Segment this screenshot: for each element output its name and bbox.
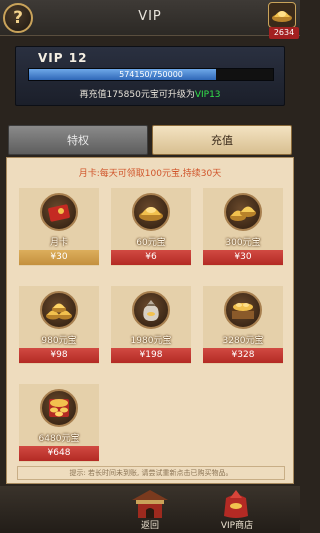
item-name: 月卡 [49,238,68,248]
vip-shop-button[interactable]: VIP商店 [214,486,260,532]
money-bag-icon [132,291,170,329]
page-title: VIP [138,9,162,24]
treasure-chest-icon [224,291,262,329]
recharge-hint: 提示: 若长时间未到账, 请尝试重新点击已购买物品。 [17,466,285,480]
recharge-item-980[interactable]: 980元宝 ¥98 [19,286,99,364]
recharge-item-monthly-card[interactable]: 月卡 ¥30 [19,188,99,266]
tab-bar: 特权 充值 [8,125,292,155]
gold-ingot-icon [268,2,296,28]
bottom-nav: 返回 VIP商店 [0,486,300,533]
palace-gate-icon [132,490,168,518]
recharge-item-6480[interactable]: 6480元宝 ¥648 [19,384,99,462]
item-price: ¥648 [19,446,99,461]
recharge-item-3280[interactable]: 3280元宝 ¥328 [203,286,283,364]
recharge-item-60[interactable]: 60元宝 ¥6 [111,188,191,266]
recharge-item-300[interactable]: 300元宝 ¥30 [203,188,283,266]
back-button[interactable]: 返回 [128,486,172,532]
treasure-stack-icon [40,389,78,427]
next-vip-level: VIP13 [194,90,221,100]
item-price: ¥6 [111,250,191,265]
vip-progress-text: 574150/750000 [119,70,183,79]
recharge-item-1980[interactable]: 1980元宝 ¥198 [111,286,191,364]
monthly-card-note: 月卡:每天可领取100元宝,持续30天 [78,169,222,179]
item-price: ¥198 [111,348,191,363]
gift-bag-icon [224,490,248,518]
vip-progress-bar: 574150/750000 [28,68,274,81]
item-price: ¥30 [203,250,283,265]
vip-shop-label: VIP商店 [220,521,254,531]
currency-count: 2634 [269,27,299,39]
red-envelope-card-icon [40,193,78,231]
gold-ingot-icon [132,193,170,231]
item-name: 980元宝 [41,336,77,346]
gold-ingot-pile-icon [224,193,262,231]
item-name: 6480元宝 [38,434,80,444]
upgrade-tip: 再充值175850元宝可升级为VIP13 [16,87,284,100]
tab-recharge[interactable]: 充值 [152,125,292,155]
currency-badge[interactable]: 2634 [268,2,299,40]
vip-status-panel: VIP 12 574150/750000 再充值175850元宝可升级为VIP1… [15,46,285,106]
item-name: 3280元宝 [222,336,264,346]
item-name: 1980元宝 [130,336,172,346]
item-price: ¥98 [19,348,99,363]
item-price: ¥328 [203,348,283,363]
gold-ingot-heap-icon [40,291,78,329]
upgrade-tip-text: 再充值175850元宝可升级为 [79,90,195,100]
top-bar: ? VIP 2634 [0,0,300,39]
item-name: 60元宝 [136,238,166,248]
vip-level-label: VIP 12 [38,51,88,65]
item-price: ¥30 [19,250,99,265]
back-label: 返回 [140,521,159,531]
recharge-panel: 月卡:每天可领取100元宝,持续30天 月卡 ¥30 60元宝 ¥6 300元宝… [6,157,294,484]
tab-privileges[interactable]: 特权 [8,125,148,155]
item-name: 300元宝 [225,238,261,248]
